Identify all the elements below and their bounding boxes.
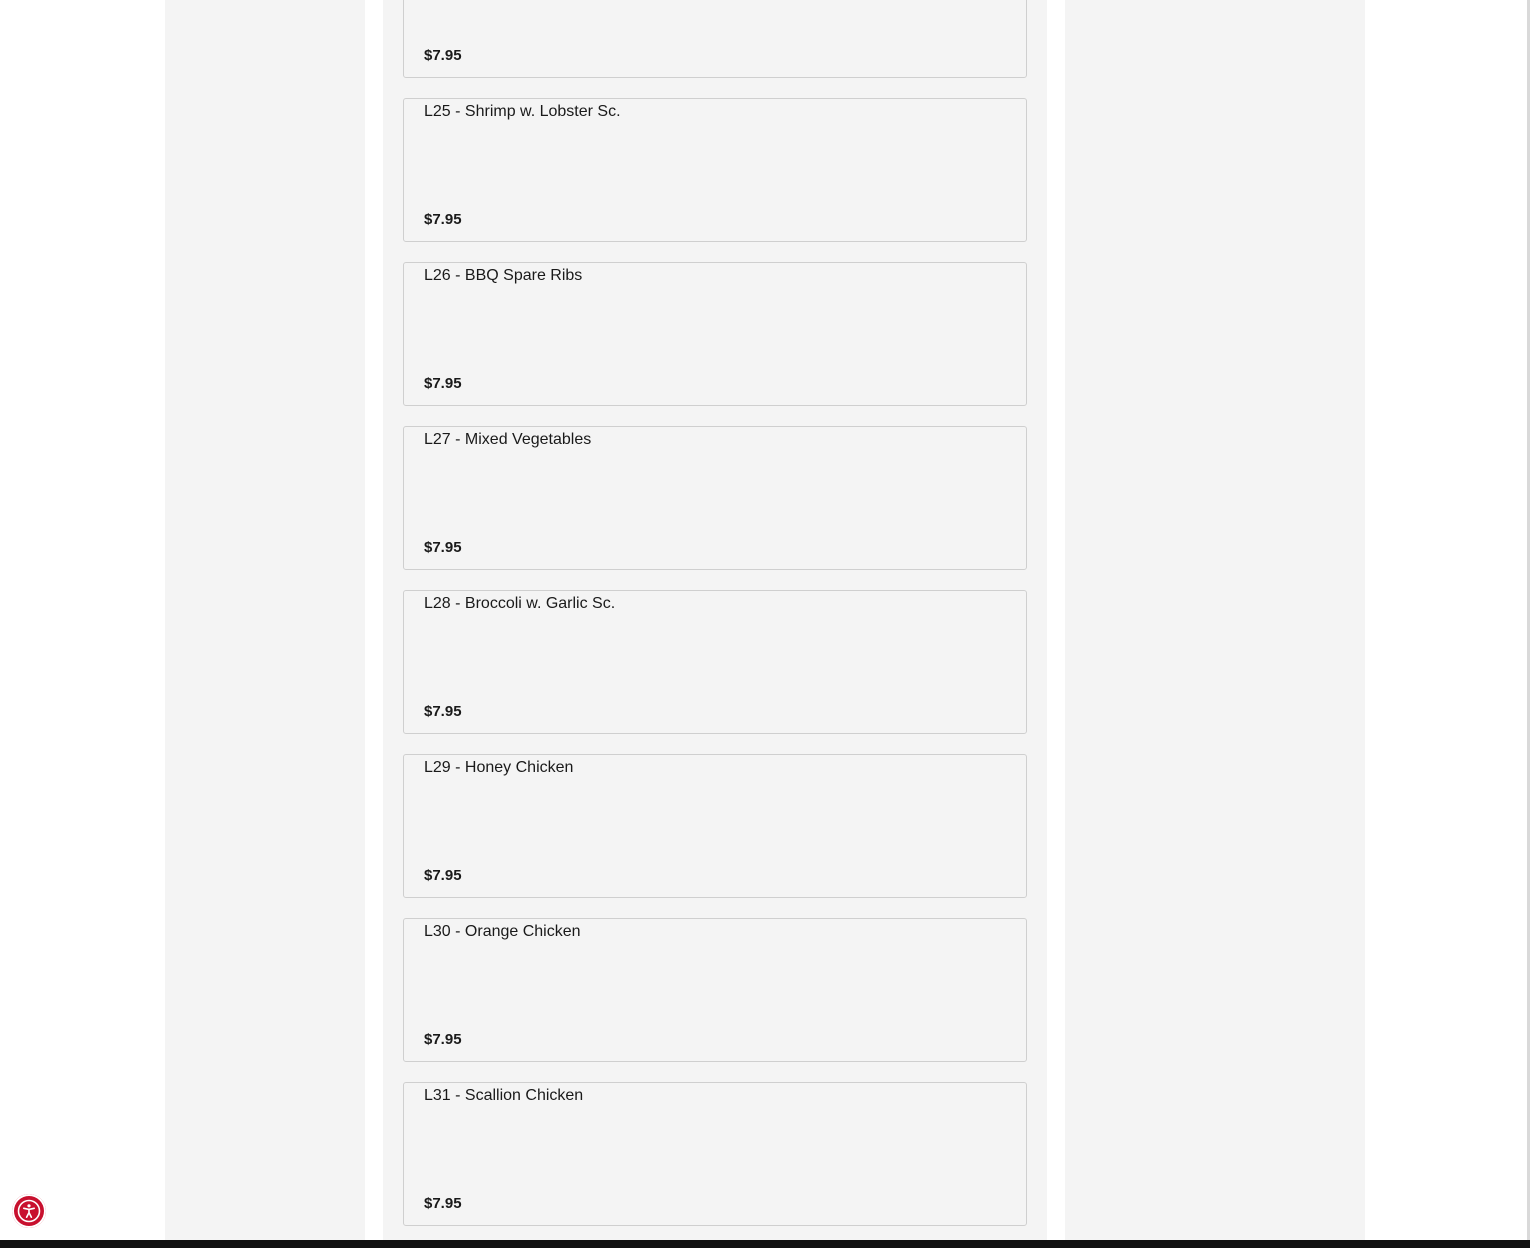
- menu-item-name: L28 - Broccoli w. Garlic Sc.: [424, 595, 616, 612]
- menu-item[interactable]: L31 - Scallion Chicken $7.95: [403, 1082, 1027, 1226]
- menu-item-price: $7.95: [424, 211, 462, 228]
- menu-item[interactable]: L28 - Broccoli w. Garlic Sc. $7.95: [403, 590, 1027, 734]
- menu-item-name: L31 - Scallion Chicken: [424, 1087, 584, 1104]
- menu-item-price: $7.95: [424, 375, 462, 392]
- menu-item-price: $7.95: [424, 703, 462, 720]
- menu-item-price: $7.95: [424, 1195, 462, 1212]
- right-sidebar: [1065, 0, 1365, 1240]
- left-sidebar: [165, 0, 365, 1240]
- menu-item-name: L27 - Mixed Vegetables: [424, 431, 592, 448]
- accessibility-icon: [17, 1199, 41, 1223]
- menu-item[interactable]: $7.95: [403, 0, 1027, 78]
- menu-item[interactable]: L29 - Honey Chicken $7.95: [403, 754, 1027, 898]
- menu-item[interactable]: L26 - BBQ Spare Ribs $7.95: [403, 262, 1027, 406]
- accessibility-button[interactable]: [12, 1194, 46, 1228]
- bottom-bar: [0, 1240, 1530, 1248]
- menu-item-price: $7.95: [424, 47, 462, 64]
- menu-item-price: $7.95: [424, 539, 462, 556]
- page: $7.95 L25 - Shrimp w. Lobster Sc. $7.95 …: [0, 0, 1530, 1248]
- menu-item[interactable]: L25 - Shrimp w. Lobster Sc. $7.95: [403, 98, 1027, 242]
- menu-item-name: L25 - Shrimp w. Lobster Sc.: [424, 103, 621, 120]
- menu-item-name: L30 - Orange Chicken: [424, 923, 581, 940]
- menu-item[interactable]: L27 - Mixed Vegetables $7.95: [403, 426, 1027, 570]
- menu-item-list: $7.95 L25 - Shrimp w. Lobster Sc. $7.95 …: [403, 0, 1027, 1246]
- menu-item-price: $7.95: [424, 1031, 462, 1048]
- menu-item[interactable]: L30 - Orange Chicken $7.95: [403, 918, 1027, 1062]
- menu-item-name: L26 - BBQ Spare Ribs: [424, 267, 583, 284]
- menu-item-name: L29 - Honey Chicken: [424, 759, 574, 776]
- menu-item-price: $7.95: [424, 867, 462, 884]
